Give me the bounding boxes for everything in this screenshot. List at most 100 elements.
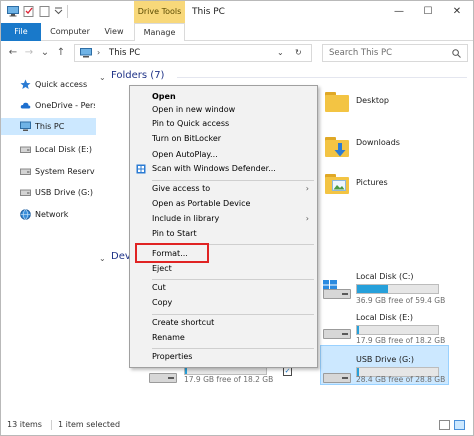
nav-item-network[interactable]: Network xyxy=(1,206,96,223)
format-highlight-box xyxy=(135,243,209,263)
breadcrumb-this-pc[interactable]: This PC xyxy=(109,45,140,61)
collapse-devices-icon[interactable]: ⌄ xyxy=(99,254,106,263)
address-row: ← → ⌄ ↑ › This PC ⌄ ↻ Search This PC xyxy=(1,41,473,65)
nav-item-usb-drive-g[interactable]: USB Drive (G:) xyxy=(1,184,96,201)
menu-item-copy[interactable]: Copy xyxy=(130,297,317,309)
computer-icon xyxy=(80,48,92,58)
large-icons-view-icon[interactable] xyxy=(454,420,465,430)
devices-header[interactable]: Dev xyxy=(111,251,131,262)
menu-item-pin-to-start[interactable]: Pin to Start xyxy=(130,228,317,240)
nav-label: OneDrive - Perso xyxy=(35,101,95,110)
menu-item-create-shortcut[interactable]: Create shortcut xyxy=(130,317,317,329)
menu-item-eject[interactable]: Eject xyxy=(130,263,317,275)
menu-label: Include in library xyxy=(152,214,220,223)
drive-icon[interactable] xyxy=(149,371,177,383)
selection-count: 1 item selected xyxy=(58,420,121,429)
download-arrow-icon xyxy=(334,143,346,157)
drive-e-label[interactable]: Local Disk (E:) xyxy=(356,313,413,322)
nav-label: USB Drive (G:) xyxy=(35,188,93,197)
status-separator xyxy=(51,420,52,430)
search-input[interactable]: Search This PC xyxy=(322,44,468,62)
drive-c-label[interactable]: Local Disk (C:) xyxy=(356,272,414,281)
menu-label: Eject xyxy=(152,264,172,273)
menu-label: Turn on BitLocker xyxy=(152,134,222,143)
new-folder-icon[interactable] xyxy=(39,6,51,17)
drive-g-label[interactable]: USB Drive (G:) xyxy=(356,355,414,364)
folders-header[interactable]: Folders (7) xyxy=(111,70,164,81)
customize-toolbar-icon[interactable] xyxy=(54,6,63,17)
details-view-icon[interactable] xyxy=(439,420,450,430)
menu-item-scan-with-windows-defender[interactable]: Scan with Windows Defender... xyxy=(130,163,317,175)
back-button[interactable]: ← xyxy=(6,45,20,61)
drive-tools-tab[interactable]: Drive Tools xyxy=(134,1,185,23)
tab-view[interactable]: View xyxy=(97,23,131,41)
tab-manage[interactable]: Manage xyxy=(134,23,185,42)
drive-icon xyxy=(20,168,31,175)
menu-label: Open xyxy=(152,92,176,101)
minimize-button[interactable]: — xyxy=(385,1,413,23)
drive-c-capacity-fill xyxy=(357,285,388,293)
menu-item-include-in-library[interactable]: Include in library › xyxy=(130,213,317,225)
folder-desktop-label[interactable]: Desktop xyxy=(356,96,389,105)
collapse-folders-icon[interactable]: ⌄ xyxy=(99,73,106,82)
submenu-arrow-icon: › xyxy=(305,184,309,193)
nav-item-onedrive[interactable]: OneDrive - Perso xyxy=(1,97,96,114)
menu-label: Open AutoPlay... xyxy=(152,150,218,159)
menu-label: Create shortcut xyxy=(152,318,215,327)
tab-file[interactable]: File xyxy=(1,23,41,41)
menu-label: Scan with Windows Defender... xyxy=(152,164,276,173)
drive-icon[interactable] xyxy=(323,327,351,339)
drive-icon[interactable] xyxy=(323,287,351,299)
nav-label: This PC xyxy=(35,122,65,131)
folder-icon[interactable] xyxy=(325,92,349,112)
nav-item-system-reserved[interactable]: System Reserved xyxy=(1,163,96,180)
recent-locations-button[interactable]: ⌄ xyxy=(38,45,52,61)
submenu-arrow-icon: › xyxy=(305,214,309,223)
folder-downloads-label[interactable]: Downloads xyxy=(356,138,400,147)
up-button[interactable]: ↑ xyxy=(54,45,68,61)
menu-item-give-access-to[interactable]: Give access to › xyxy=(130,183,317,195)
refresh-icon[interactable]: ↻ xyxy=(295,45,302,61)
nav-item-this-pc[interactable]: This PC xyxy=(1,118,96,135)
breadcrumb-chevron[interactable]: › xyxy=(97,45,100,61)
address-bar[interactable]: › This PC ⌄ ↻ xyxy=(74,44,312,62)
menu-item-open-autoplay[interactable]: Open AutoPlay... xyxy=(130,149,317,161)
drive-e-free-space: 17.9 GB free of 18.2 GB xyxy=(356,336,446,345)
computer-icon xyxy=(20,121,31,131)
drive-c-capacity-bar xyxy=(356,284,439,294)
menu-label: Rename xyxy=(152,333,185,342)
drive-g-free-space: 28.4 GB free of 28.8 GB xyxy=(356,375,446,384)
window-title: This PC xyxy=(192,7,225,17)
drive-e-capacity-bar xyxy=(356,325,439,335)
tab-computer[interactable]: Computer xyxy=(46,23,94,41)
menu-separator xyxy=(152,180,314,181)
menu-item-open-in-new-window[interactable]: Open in new window xyxy=(130,104,317,116)
forward-button[interactable]: → xyxy=(22,45,36,61)
menu-item-pin-to-quick-access[interactable]: Pin to Quick access xyxy=(130,118,317,130)
nav-item-quick-access[interactable]: Quick access xyxy=(1,76,96,93)
toolbar-separator xyxy=(67,5,68,18)
menu-item-properties[interactable]: Properties xyxy=(130,351,317,363)
menu-label: Give access to xyxy=(152,184,211,193)
menu-label: Copy xyxy=(152,298,173,307)
maximize-button[interactable]: ☐ xyxy=(414,1,442,23)
menu-label: Open as Portable Device xyxy=(152,199,251,208)
chevron-down-icon[interactable]: ⌄ xyxy=(277,45,284,61)
close-button[interactable]: ✕ xyxy=(443,1,471,23)
title-bar: Drive Tools This PC — ☐ ✕ xyxy=(1,1,473,23)
drive-c-free-space: 36.9 GB free of 59.4 GB xyxy=(356,296,446,305)
cloud-icon xyxy=(20,102,31,109)
folder-pictures-label[interactable]: Pictures xyxy=(356,178,388,187)
properties-icon[interactable] xyxy=(23,6,35,17)
menu-item-open-as-portable-device[interactable]: Open as Portable Device xyxy=(130,198,317,210)
nav-item-local-disk-e[interactable]: Local Disk (E:) xyxy=(1,141,96,158)
menu-item-open[interactable]: Open xyxy=(130,91,317,103)
menu-label: Open in new window xyxy=(152,105,236,114)
menu-item-cut[interactable]: Cut xyxy=(130,282,317,294)
search-icon xyxy=(452,49,461,58)
usb-drive-icon[interactable] xyxy=(323,371,351,383)
selection-checkbox[interactable]: ✓ xyxy=(283,367,292,376)
menu-item-turn-on-bitlocker[interactable]: Turn on BitLocker xyxy=(130,133,317,145)
menu-item-rename[interactable]: Rename xyxy=(130,332,317,344)
menu-label: Pin to Start xyxy=(152,229,197,238)
